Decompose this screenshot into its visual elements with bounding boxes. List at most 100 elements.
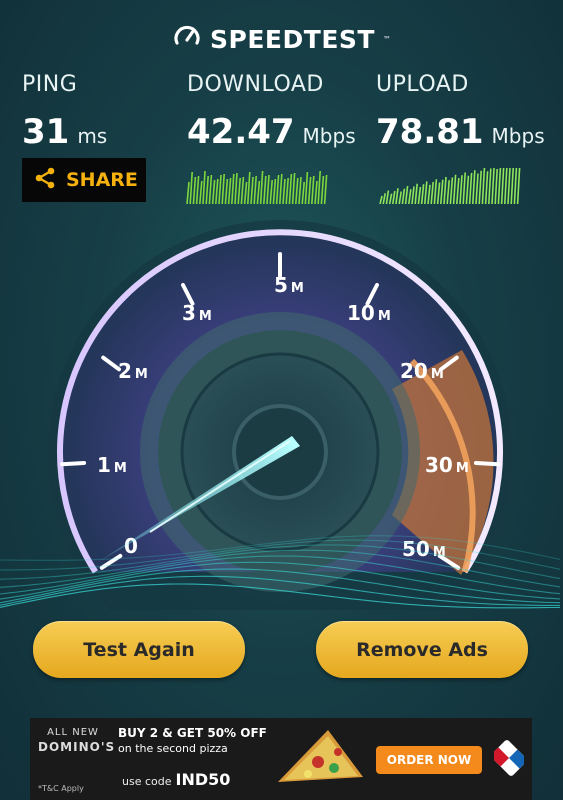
speed-graph-bar (388, 193, 393, 204)
speed-graph-bar (266, 174, 270, 204)
test-again-button[interactable]: Test Again (33, 621, 245, 678)
speed-graph-bar (288, 173, 293, 204)
speed-graph-bar (459, 175, 463, 204)
speed-graph-bar (382, 193, 386, 204)
speed-graph-bar (452, 174, 457, 204)
upload-value-group: 78.81 Mbps (376, 112, 545, 152)
speed-graph-bar (411, 186, 415, 204)
speed-graph-bar (516, 167, 521, 204)
speed-graph-bar (436, 182, 441, 204)
speedtest-logo: SPEEDTEST ™ (172, 22, 391, 56)
ad-code-value: IND50 (175, 770, 231, 789)
speed-graph-bar (484, 171, 489, 204)
speed-graph-bar (263, 175, 267, 204)
speed-graph-bar (440, 179, 444, 204)
speedometer-icon (172, 22, 202, 56)
speed-graph-bar (507, 167, 511, 204)
speed-graph-bar (481, 167, 486, 204)
ad-offer-line2: on the second pizza (118, 742, 228, 755)
speed-graph-bar (379, 195, 383, 204)
speed-graph-bar (195, 175, 200, 204)
speed-graph-bar (395, 188, 399, 204)
speed-graph-bar (295, 177, 299, 204)
ping-label: PING (22, 72, 78, 97)
speed-graph-bar (465, 175, 470, 204)
speed-graph-bar (256, 180, 261, 204)
speed-graph-bar (488, 168, 492, 204)
speed-graph-bar (240, 176, 245, 204)
speed-graph-bar (237, 177, 241, 204)
speed-graph-bar (478, 170, 482, 204)
ad-code-label: use code (122, 775, 172, 788)
ad-brand-top: ALL NEW (47, 727, 99, 738)
speed-graph-bar (211, 179, 216, 204)
speed-graph-bar (243, 181, 248, 204)
speed-graph-bar (311, 175, 315, 204)
share-button[interactable]: SHARE (22, 158, 146, 202)
speed-graph-bar (301, 181, 305, 204)
speed-graph-bar (304, 171, 309, 204)
speed-graph-bar (510, 167, 514, 204)
header: SPEEDTEST ™ (0, 22, 563, 56)
app-title: SPEEDTEST (210, 24, 375, 54)
speed-graph-bar (307, 176, 312, 204)
ad-offer: BUY 2 & GET 50% OFF on the second pizza (118, 726, 288, 756)
ping-value-group: 31 ms (22, 112, 107, 152)
speed-graph-bar (504, 167, 508, 204)
speed-graph-bar (494, 168, 498, 204)
ad-offer-line1: BUY 2 & GET 50% OFF (118, 726, 267, 740)
speed-graph-bar (462, 172, 466, 204)
download-unit: Mbps (302, 124, 356, 148)
upload-unit: Mbps (491, 124, 545, 148)
speed-graph-bar (231, 173, 235, 204)
speed-graph-bar (272, 178, 277, 204)
order-now-button[interactable]: ORDER NOW (376, 746, 482, 774)
speed-graph-bar (224, 178, 229, 204)
speed-graph-bar (420, 184, 425, 204)
ad-banner[interactable]: ALL NEW DOMINO'S BUY 2 & GET 50% OFF on … (30, 718, 532, 800)
speed-graph-bar (404, 185, 409, 204)
speed-graph-bar (186, 181, 190, 204)
speed-graph-bar (234, 172, 238, 204)
speed-gauge: 0 1M 2M 3M 5M 10 M 20 M 30 M 50 M (0, 220, 561, 610)
speed-graph-bar (449, 177, 454, 204)
speed-graph-bar (291, 172, 296, 204)
speed-graph-bar (408, 189, 412, 204)
speed-graph-bar (202, 170, 206, 204)
speed-graph-bar (275, 174, 280, 204)
speed-graph-bar (282, 178, 286, 204)
speed-graph-bar (269, 179, 273, 204)
speed-graph-bar (317, 170, 321, 204)
speed-graph-bar (427, 184, 431, 204)
ad-terms: *T&C Apply (38, 784, 84, 793)
speed-graph-bar (314, 180, 318, 204)
speed-graph-bar (320, 175, 325, 204)
speed-graph-bar (513, 167, 518, 204)
speed-graph-bar (298, 176, 302, 204)
speed-graph-bar (443, 176, 447, 204)
ad-code: use code IND50 (122, 770, 230, 789)
remove-ads-button[interactable]: Remove Ads (316, 621, 528, 678)
speed-graph-bar (221, 173, 225, 204)
ping-value: 31 (22, 112, 70, 152)
trademark-mark: ™ (382, 34, 391, 44)
speed-graph-bar (285, 177, 289, 204)
speed-graph-bar (414, 183, 418, 204)
speed-graph-bar (250, 176, 254, 204)
speed-graph-bar (433, 179, 438, 204)
dominos-logo-icon (494, 740, 524, 776)
speed-graph-bar (259, 170, 264, 204)
speed-graph-bar (500, 167, 505, 204)
speed-graph-bar (218, 174, 222, 204)
speed-graph-bar (491, 167, 495, 204)
speed-graph-bar (199, 180, 203, 204)
download-speed-graph (186, 170, 328, 204)
speed-graph-bar (398, 191, 402, 204)
speed-graph-bar (323, 174, 328, 204)
speed-graph-bar (189, 171, 193, 204)
speed-graph-bar (456, 177, 460, 204)
ping-unit: ms (77, 124, 108, 148)
download-label: DOWNLOAD (187, 72, 324, 97)
speed-graph-bar (247, 171, 251, 204)
speed-graph-bar (424, 181, 428, 204)
